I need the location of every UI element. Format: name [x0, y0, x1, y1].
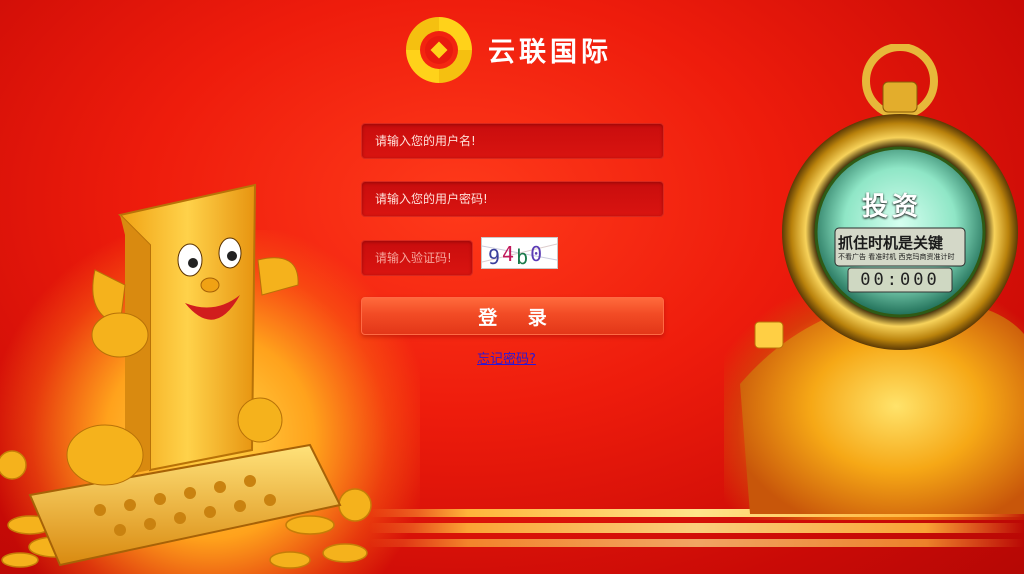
swirl-logo-icon: [406, 16, 472, 83]
brand-logo: 云联国际: [402, 12, 612, 87]
watch-subtitle: 不看广告 看准时机 西克玛商资准计时: [838, 253, 955, 261]
username-field[interactable]: [361, 123, 664, 159]
gold-bar-mascot-illustration: [0, 183, 372, 569]
captcha-image[interactable]: 94b0: [481, 237, 558, 269]
watch-slogan: 抓住时机是关键: [838, 234, 944, 252]
investment-stopwatch-illustration: 投资 抓住时机是关键 不看广告 看准时机 西克玛商资准计时 00:000: [740, 44, 1024, 514]
forgot-password-link[interactable]: 忘记密码?: [477, 348, 536, 367]
password-field[interactable]: [361, 181, 664, 217]
captcha-text: 94b0: [488, 242, 544, 268]
captcha-input[interactable]: [375, 251, 459, 265]
watch-title: 投资: [862, 192, 923, 222]
password-input[interactable]: [375, 192, 650, 206]
gold-stripes: [370, 505, 1024, 574]
username-input[interactable]: [375, 134, 650, 148]
login-button[interactable]: 登 录: [361, 297, 664, 335]
brand-name: 云联国际: [488, 37, 612, 68]
captcha-field[interactable]: [361, 240, 473, 276]
watch-timer: 00:000: [860, 270, 940, 290]
